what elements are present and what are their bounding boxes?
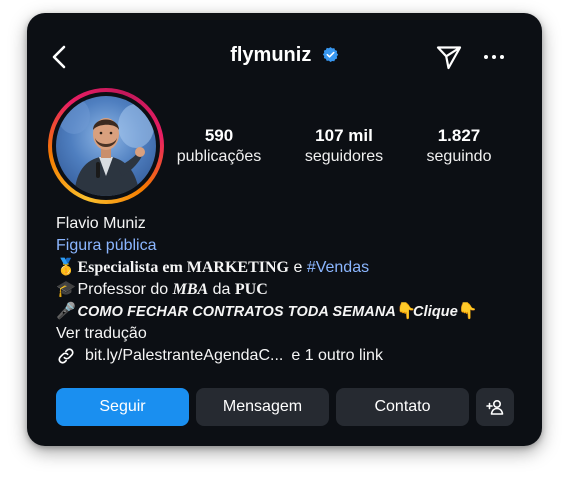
- posts-count: 590: [204, 126, 234, 145]
- medal-emoji-icon: 🥇: [56, 259, 76, 276]
- bio-puc-text: PUC: [234, 281, 268, 298]
- bio-clique-text: Clique: [413, 304, 458, 320]
- profile-card: flymuniz 590 publicações 107 mil seguido…: [27, 13, 542, 446]
- followers-label: seguidores: [304, 148, 384, 165]
- suggested-people-button[interactable]: [476, 388, 514, 426]
- follow-button[interactable]: Seguir: [56, 388, 189, 426]
- add-person-icon: [486, 399, 504, 415]
- profile-link[interactable]: bit.ly/PalestranteAgendaC...: [85, 345, 283, 367]
- message-button[interactable]: Mensagem: [196, 388, 329, 426]
- bio-connector: e: [293, 259, 303, 276]
- profile-bio: Flavio Muniz Figura pública 🥇 Especialis…: [56, 213, 526, 367]
- bio-professor-middle: da: [212, 281, 231, 298]
- bio-line-specialist: 🥇 Especialista em MARKETING e #Vendas: [56, 257, 526, 279]
- following-label: seguindo: [426, 148, 492, 165]
- stat-followers[interactable]: 107 mil seguidores: [289, 126, 399, 168]
- stat-following[interactable]: 1.827 seguindo: [409, 126, 509, 168]
- avatar-story-ring[interactable]: [48, 88, 164, 204]
- microphone-emoji-icon: 🎤: [56, 303, 76, 320]
- bio-line-contracts: 🎤 COMO FECHAR CONTRATOS TODA SEMANA👇Cliq…: [56, 301, 526, 323]
- contact-button[interactable]: Contato: [336, 388, 469, 426]
- verified-badge-icon: [322, 46, 338, 62]
- hashtag-vendas-link[interactable]: #Vendas: [307, 259, 369, 276]
- graduation-cap-emoji-icon: 🎓: [56, 281, 76, 298]
- username: flymuniz: [230, 44, 312, 66]
- see-translation-link[interactable]: Ver tradução: [56, 323, 526, 345]
- link-chain-icon: [58, 348, 74, 364]
- following-count: 1.827: [437, 126, 481, 145]
- bio-mba-text: MBA: [172, 281, 209, 298]
- header-username: flymuniz: [27, 44, 542, 67]
- bio-professor-prefix: Professor do: [77, 281, 169, 298]
- pointing-down-emoji-icon: 👇: [396, 303, 416, 320]
- bio-contracts-text: COMO FECHAR CONTRATOS TODA SEMANA: [77, 304, 396, 320]
- posts-label: publicações: [176, 148, 262, 165]
- bio-specialist-text: Especialista em MARKETING: [77, 259, 289, 276]
- more-links[interactable]: e 1 outro link: [291, 345, 383, 367]
- bio-line-professor: 🎓 Professor do MBA da PUC: [56, 279, 526, 301]
- stat-posts[interactable]: 590 publicações: [167, 126, 271, 168]
- followers-count: 107 mil: [315, 126, 373, 145]
- pointing-down-emoji-icon-2: 👇: [457, 303, 478, 320]
- send-icon[interactable]: [435, 43, 463, 71]
- category-label: Figura pública: [56, 237, 157, 254]
- full-name: Flavio Muniz: [56, 215, 146, 232]
- avatar-photo-illustration: [58, 98, 154, 196]
- bio-links-row: bit.ly/PalestranteAgendaC... e 1 outro l…: [56, 345, 526, 367]
- avatar: [56, 96, 156, 196]
- more-options-icon[interactable]: [483, 47, 505, 67]
